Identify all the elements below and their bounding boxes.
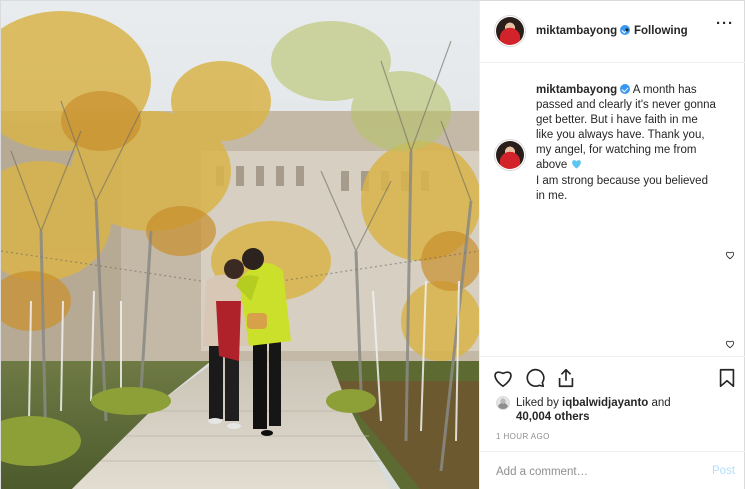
comment-like-icon[interactable] — [725, 339, 735, 349]
bookmark-icon[interactable] — [716, 367, 738, 389]
post-header: miktambayong • Following ··· — [480, 1, 745, 63]
blue-heart-emoji-icon — [571, 159, 582, 169]
following-button[interactable]: Following — [634, 25, 688, 37]
likes-summary: Liked by iqbalwidjayanto and 40,004 othe… — [496, 395, 736, 425]
liker-avatar[interactable] — [496, 396, 510, 410]
likes-prefix: Liked by — [516, 397, 559, 409]
verified-badge-icon — [620, 84, 631, 94]
likes-text: Liked by iqbalwidjayanto and 40,004 othe… — [516, 396, 671, 424]
caption-text-part2: I am strong because you believed in me. — [536, 175, 708, 202]
header-separator: • — [625, 25, 630, 37]
liked-by-username[interactable]: iqbalwidjayanto — [562, 397, 648, 409]
post-comment-button[interactable]: Post — [712, 465, 735, 477]
comment-box: Post — [480, 451, 745, 489]
share-icon[interactable] — [555, 367, 577, 389]
likes-connector: and — [651, 397, 671, 409]
post-photo[interactable] — [1, 1, 479, 489]
comment-icon[interactable] — [524, 367, 546, 389]
post-actions: Liked by iqbalwidjayanto and 40,004 othe… — [480, 356, 745, 447]
likes-others-count[interactable]: 40,004 others — [516, 411, 590, 423]
instagram-post: miktambayong • Following ··· miktambayon… — [0, 0, 745, 489]
caption-text-part1: A month has passed and clearly it's neve… — [536, 84, 716, 171]
more-options-icon[interactable]: ··· — [716, 16, 736, 35]
post-side-panel: miktambayong • Following ··· miktambayon… — [479, 1, 745, 489]
caption-author-avatar[interactable] — [494, 139, 526, 171]
caption-username[interactable]: miktambayong — [536, 84, 617, 96]
photo-scene — [1, 1, 479, 489]
author-username[interactable]: miktambayong — [536, 25, 631, 37]
post-timestamp[interactable]: 1 HOUR AGO — [496, 432, 550, 441]
heart-icon[interactable] — [492, 367, 514, 389]
author-avatar[interactable] — [494, 15, 526, 47]
comment-like-icon[interactable] — [725, 250, 735, 260]
add-comment-input[interactable] — [496, 463, 686, 481]
post-caption: miktambayong A month has passed and clea… — [536, 83, 716, 204]
